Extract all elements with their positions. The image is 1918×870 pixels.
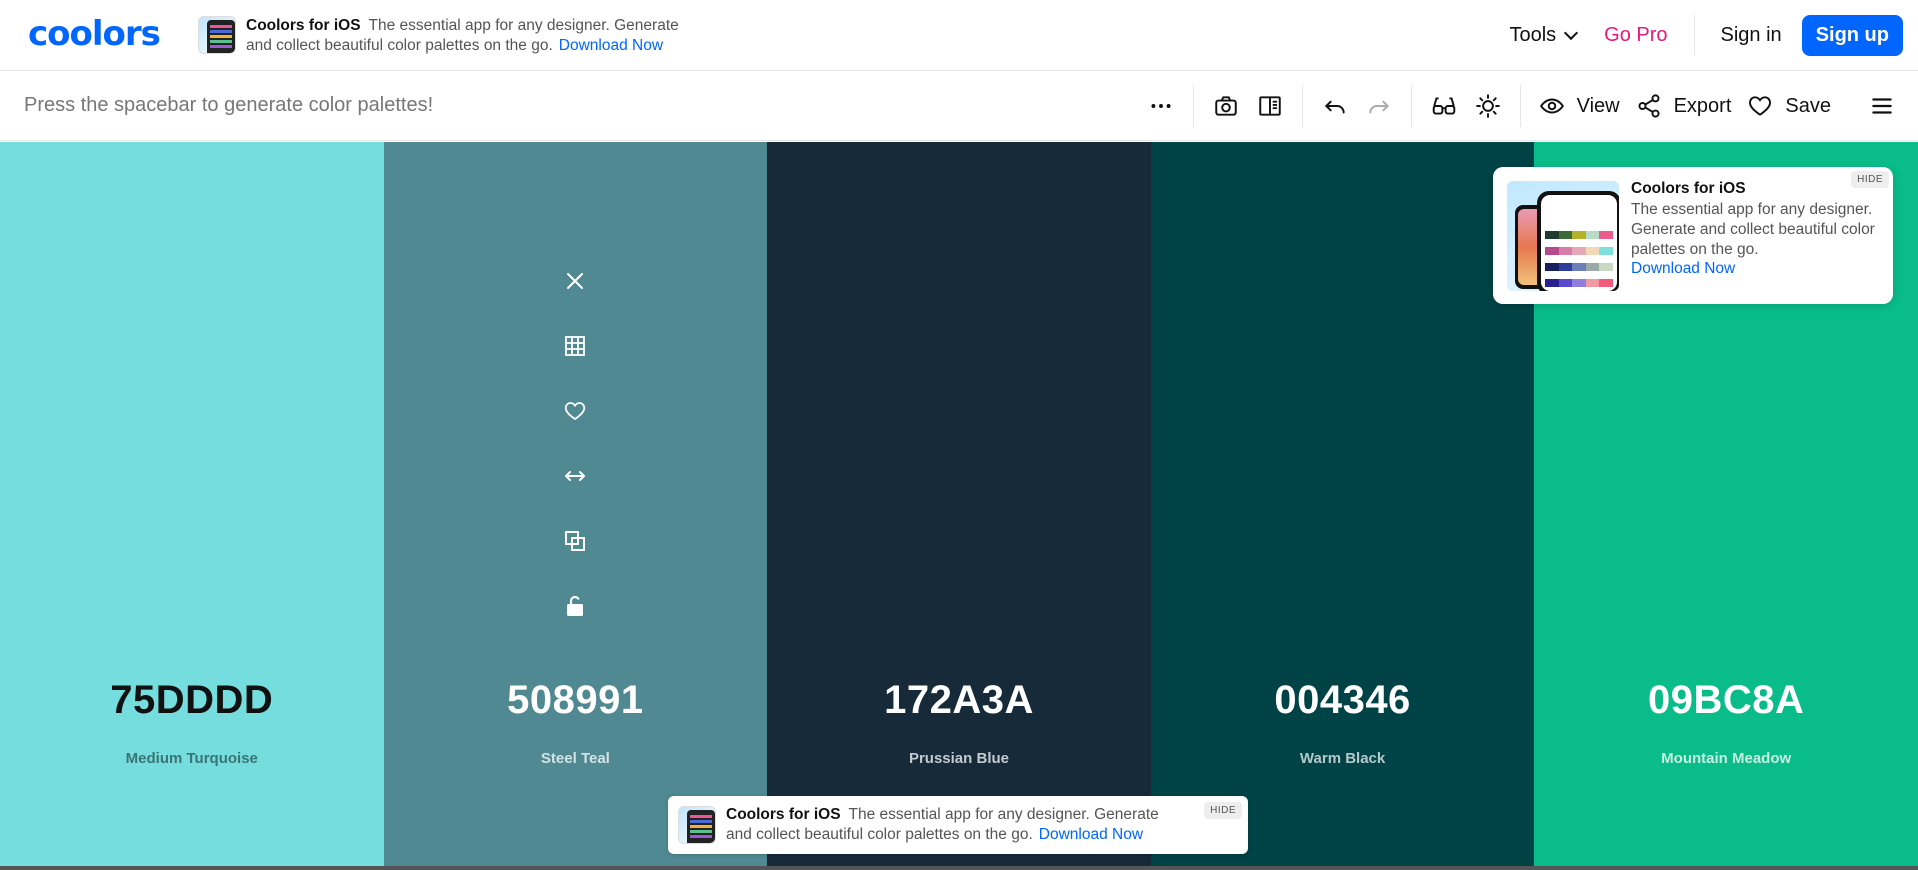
split-view-button[interactable] <box>1248 85 1292 127</box>
color-name[interactable]: Steel Teal <box>384 750 768 767</box>
top-navbar: coolors Coolors for iOS The essential app… <box>0 0 1918 71</box>
toolbar-divider <box>1192 85 1194 127</box>
color-blindness-button[interactable] <box>1422 85 1466 127</box>
favorite-color-button[interactable] <box>560 396 590 426</box>
more-options-button[interactable] <box>1139 85 1183 127</box>
more-icon <box>1151 104 1171 108</box>
promo-title: Coolors for iOS <box>246 17 361 34</box>
menu-icon <box>1872 98 1892 114</box>
color-swatch[interactable]: 508991 Steel Teal <box>383 142 768 870</box>
split-view-icon <box>1258 96 1281 116</box>
export-button[interactable]: Export <box>1628 85 1740 127</box>
view-shades-button[interactable] <box>560 331 590 361</box>
nav-divider <box>1693 15 1695 55</box>
lock-icon <box>567 595 584 616</box>
close-icon <box>567 273 584 289</box>
promo-card-download-link[interactable]: Download Now <box>1631 260 1735 278</box>
download-now-link[interactable]: Download Now <box>1039 826 1143 843</box>
brightness-icon <box>1475 94 1500 118</box>
adjust-palette-button[interactable] <box>1466 85 1510 127</box>
glasses-icon <box>1432 97 1455 115</box>
sign-up-button[interactable]: Sign up <box>1801 14 1903 56</box>
heart-icon <box>565 402 586 421</box>
main-menu-button[interactable] <box>1860 85 1904 127</box>
tools-menu[interactable]: Tools <box>1495 24 1590 47</box>
spacebar-hint: Press the spacebar to generate color pal… <box>24 94 434 116</box>
camera-button[interactable] <box>1204 85 1248 127</box>
hex-code[interactable]: 75DDDD <box>0 678 384 723</box>
color-swatch[interactable]: 004346 Warm Black <box>1150 142 1535 870</box>
lock-color-button[interactable] <box>560 591 590 621</box>
share-icon <box>1638 94 1660 118</box>
ios-promo-card[interactable]: Coolors for iOS The essential app for an… <box>1493 167 1893 304</box>
color-swatch[interactable]: 172A3A Prussian Blue <box>767 142 1151 870</box>
undo-icon <box>1324 100 1345 114</box>
bottom-ios-promo[interactable]: Coolors for iOS The essential app for any… <box>668 796 1248 854</box>
view-button[interactable]: View <box>1531 85 1628 127</box>
heart-icon <box>1749 96 1772 116</box>
view-label: View <box>1576 94 1620 117</box>
hex-code[interactable]: 004346 <box>1151 678 1535 723</box>
undo-button[interactable] <box>1313 85 1357 127</box>
eye-icon <box>1539 98 1564 114</box>
sign-in-link[interactable]: Sign in <box>1707 24 1796 47</box>
remove-color-button[interactable] <box>560 266 590 296</box>
app-thumbnail <box>198 16 236 54</box>
nav-actions: Tools Go Pro Sign in Sign up <box>1495 14 1903 56</box>
ios-app-promo[interactable]: Coolors for iOS The essential app for any… <box>198 16 706 56</box>
toolbar-divider <box>1410 85 1412 127</box>
chevron-down-icon <box>1564 25 1579 40</box>
go-pro-link[interactable]: Go Pro <box>1590 24 1681 47</box>
promo-card-title: Coolors for iOS <box>1631 180 1746 197</box>
shades-icon <box>565 336 586 356</box>
hide-promo-button[interactable]: HIDE <box>1204 802 1242 819</box>
hex-code[interactable]: 09BC8A <box>1534 678 1918 723</box>
app-screenshot-image <box>1507 181 1619 291</box>
redo-button[interactable] <box>1357 85 1401 127</box>
toolbar-actions: View Export Save <box>1139 85 1904 127</box>
save-label: Save <box>1785 94 1831 117</box>
export-label: Export <box>1673 94 1732 117</box>
color-name[interactable]: Mountain Meadow <box>1534 750 1918 767</box>
download-now-link[interactable]: Download Now <box>559 37 663 54</box>
hide-promo-button[interactable]: HIDE <box>1851 171 1889 188</box>
drag-icon <box>564 471 586 481</box>
color-name[interactable]: Prussian Blue <box>767 750 1151 767</box>
swatch-tools <box>560 266 590 656</box>
color-name[interactable]: Medium Turquoise <box>0 750 384 767</box>
toolbar-divider <box>1301 85 1303 127</box>
copy-icon <box>565 531 586 551</box>
promo-text: Coolors for iOS The essential app for any… <box>726 805 1166 845</box>
tools-label: Tools <box>1509 23 1557 46</box>
app-thumbnail <box>678 806 716 844</box>
copy-color-button[interactable] <box>560 526 590 556</box>
generator-toolbar: Press the spacebar to generate color pal… <box>0 71 1918 141</box>
coolors-logo[interactable]: coolors <box>28 14 161 54</box>
color-swatch[interactable]: 75DDDD Medium Turquoise <box>0 142 384 870</box>
promo-card-description: The essential app for any designer. Gene… <box>1631 201 1875 258</box>
window-bottom-edge <box>0 866 1918 870</box>
redo-icon <box>1368 100 1389 114</box>
promo-text: Coolors for iOS The essential app for any… <box>246 16 706 56</box>
toolbar-divider <box>1519 85 1521 127</box>
drag-color-button[interactable] <box>560 461 590 491</box>
hex-code[interactable]: 508991 <box>384 678 768 723</box>
promo-title: Coolors for iOS <box>726 806 841 823</box>
save-button[interactable]: Save <box>1739 85 1839 127</box>
color-name[interactable]: Warm Black <box>1151 750 1535 767</box>
hex-code[interactable]: 172A3A <box>767 678 1151 723</box>
camera-icon <box>1214 96 1237 116</box>
